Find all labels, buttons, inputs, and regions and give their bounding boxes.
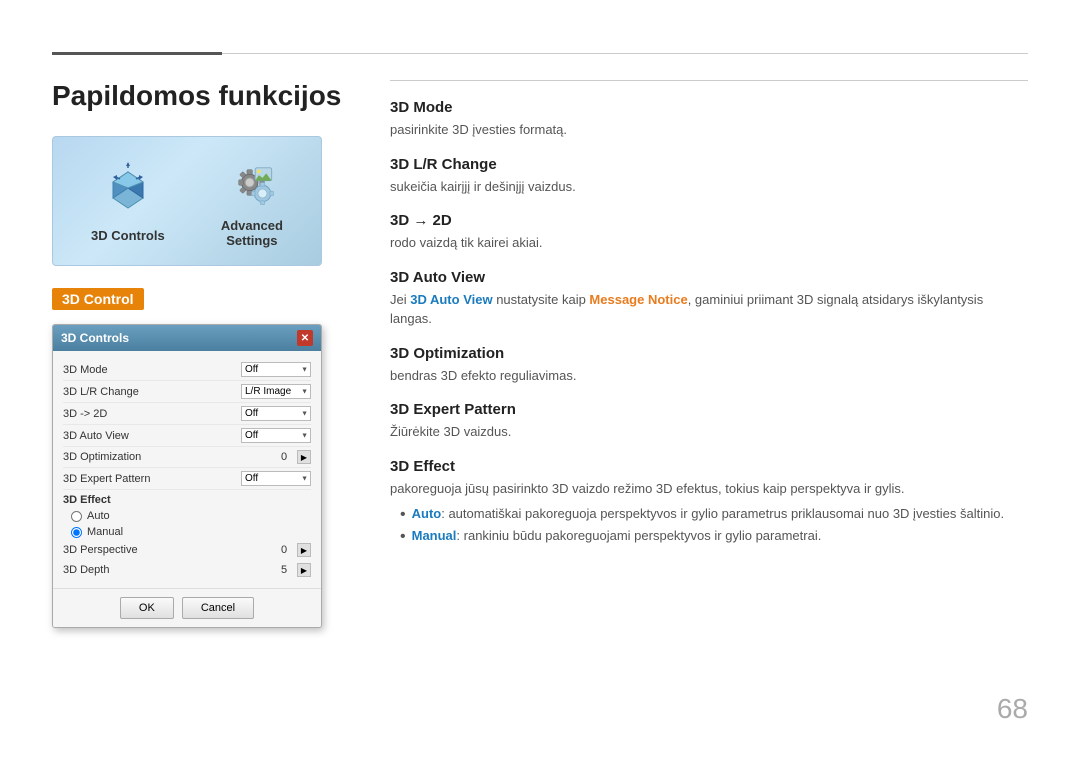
gear-icon (224, 155, 279, 210)
dialog-row-3d-to-2d-select[interactable]: Off (241, 406, 311, 421)
bullet-dot-manual: • (400, 526, 406, 548)
dialog-row-3d-auto-view-label: 3D Auto View (63, 430, 129, 442)
dialog-row-3d-depth-label: 3D Depth (63, 564, 109, 576)
3d-depth-increment[interactable]: ▶ (297, 563, 311, 577)
page-title: Papildomos funkcijos (52, 80, 362, 112)
manual-bold-link: Manual (412, 528, 457, 543)
dialog-row-3d-to-2d-select-wrap[interactable]: Off (241, 406, 311, 421)
top-decorative-lines (52, 52, 1028, 55)
dialog-row-3d-mode: 3D Mode Off (63, 359, 311, 381)
dialog-close-button[interactable]: ✕ (297, 330, 313, 346)
3d-depth-value: 5 (274, 564, 294, 576)
dialog-body: 3D Mode Off 3D L/R Change L/R Image 3D (53, 351, 321, 588)
3d-perspective-value: 0 (274, 544, 294, 556)
entry-3d-optimization-desc: bendras 3D efekto reguliavimas. (390, 366, 1028, 386)
icon-panel: 3D Controls (52, 136, 322, 266)
dialog-radio-auto[interactable] (71, 511, 82, 522)
dialog-radio-manual-label: Manual (87, 526, 123, 538)
dialog-row-3d-lr-label: 3D L/R Change (63, 386, 139, 398)
dialog-row-3d-perspective: 3D Perspective 0 ▶ (63, 540, 311, 560)
dialog-row-3d-perspective-label: 3D Perspective (63, 544, 138, 556)
cube-icon (98, 160, 158, 220)
auto-bold-link: Auto (412, 506, 442, 521)
entry-3d-to-2d-desc: rodo vaizdą tik kairei akiai. (390, 233, 1028, 253)
auto-view-link1: 3D Auto View (410, 292, 492, 307)
bullet-auto-text: Auto: automatiškai pakoreguoja perspekty… (412, 504, 1005, 526)
dialog-row-3d-optimization: 3D Optimization 0 ▶ (63, 447, 311, 468)
bullet-dot-auto: • (400, 504, 406, 526)
dialog-row-3d-to-2d: 3D -> 2D Off (63, 403, 311, 425)
section-badge: 3D Control (52, 288, 144, 310)
entry-3d-mode-desc: pasirinkite 3D įvesties formatą. (390, 120, 1028, 140)
dialog-row-3d-optimization-label: 3D Optimization (63, 451, 141, 463)
entry-3d-auto-view-title: 3D Auto View (390, 269, 1028, 286)
dialog-row-3d-auto-view-select[interactable]: Off (241, 428, 311, 443)
entry-3d-expert-pattern: 3D Expert Pattern Žiūrėkite 3D vaizdus. (390, 401, 1028, 442)
entry-3d-lr-change-title: 3D L/R Change (390, 156, 1028, 173)
entry-3d-expert-pattern-desc: Žiūrėkite 3D vaizdus. (390, 422, 1028, 442)
entry-3d-optimization-title: 3D Optimization (390, 345, 1028, 362)
entry-3d-to-2d-title: 3D → 2D (390, 212, 1028, 229)
dialog-titlebar: 3D Controls ✕ (53, 325, 321, 351)
entry-3d-expert-pattern-title: 3D Expert Pattern (390, 401, 1028, 418)
bullet-auto: • Auto: automatiškai pakoreguoja perspek… (400, 504, 1028, 526)
dialog-row-3d-optimization-stepper: 0 ▶ (274, 450, 311, 464)
dialog-row-3d-expert-pattern-label: 3D Expert Pattern (63, 473, 150, 485)
entry-3d-mode-title: 3D Mode (390, 99, 1028, 116)
entry-3d-lr-change: 3D L/R Change sukeičia kairįjį ir dešinį… (390, 156, 1028, 197)
dialog-row-3d-lr: 3D L/R Change L/R Image (63, 381, 311, 403)
entry-3d-optimization: 3D Optimization bendras 3D efekto reguli… (390, 345, 1028, 386)
entry-3d-effect-title: 3D Effect (390, 458, 1028, 475)
dialog-radio-manual-row: Manual (63, 524, 311, 540)
page-number: 68 (997, 693, 1028, 725)
3d-depth-stepper: 5 ▶ (274, 563, 311, 577)
3d-perspective-stepper: 0 ▶ (274, 543, 311, 557)
3d-controls-label: 3D Controls (91, 228, 165, 243)
right-divider (390, 80, 1028, 81)
advanced-settings-label: AdvancedSettings (221, 218, 283, 248)
bullet-manual: • Manual: rankiniu būdu pakoreguojami pe… (400, 526, 1028, 548)
auto-view-link2: Message Notice (589, 292, 687, 307)
3d-optimization-value: 0 (274, 451, 294, 463)
bullet-manual-text: Manual: rankiniu būdu pakoreguojami pers… (412, 526, 822, 548)
dialog-row-3d-lr-select[interactable]: L/R Image (241, 384, 311, 399)
dialog-radio-auto-label: Auto (87, 510, 110, 522)
dialog-row-3d-auto-view-select-wrap[interactable]: Off (241, 428, 311, 443)
dialog-window: 3D Controls ✕ 3D Mode Off 3D L/R Change … (52, 324, 322, 628)
dialog-row-3d-depth: 3D Depth 5 ▶ (63, 560, 311, 580)
dialog-radio-auto-row: Auto (63, 508, 311, 524)
entry-3d-to-2d: 3D → 2D rodo vaizdą tik kairei akiai. (390, 212, 1028, 253)
dialog-row-3d-mode-select[interactable]: Off (241, 362, 311, 377)
entry-3d-auto-view: 3D Auto View Jei 3D Auto View nustatysit… (390, 269, 1028, 329)
entry-3d-mode: 3D Mode pasirinkite 3D įvesties formatą. (390, 99, 1028, 140)
dialog-cancel-button[interactable]: Cancel (182, 597, 254, 619)
dialog-row-3d-auto-view: 3D Auto View Off (63, 425, 311, 447)
3d-controls-icon-item: 3D Controls (91, 160, 165, 243)
dialog-title: 3D Controls (61, 331, 129, 345)
dialog-row-3d-expert-pattern-select-wrap[interactable]: Off (241, 471, 311, 486)
advanced-settings-icon-item: AdvancedSettings (221, 155, 283, 248)
top-line-light (222, 53, 1028, 54)
3d-optimization-increment[interactable]: ▶ (297, 450, 311, 464)
entry-3d-auto-view-desc: Jei 3D Auto View nustatysite kaip Messag… (390, 290, 1028, 329)
dialog-row-3d-mode-label: 3D Mode (63, 364, 108, 376)
dialog-row-3d-expert-pattern: 3D Expert Pattern Off (63, 468, 311, 490)
dialog-footer: OK Cancel (53, 588, 321, 627)
dialog-row-3d-to-2d-label: 3D -> 2D (63, 408, 107, 420)
3d-perspective-increment[interactable]: ▶ (297, 543, 311, 557)
dialog-ok-button[interactable]: OK (120, 597, 174, 619)
entry-3d-effect: 3D Effect pakoreguoja jūsų pasirinkto 3D… (390, 458, 1028, 549)
right-column: 3D Mode pasirinkite 3D įvesties formatą.… (390, 80, 1028, 565)
entry-3d-effect-bullets: • Auto: automatiškai pakoreguoja perspek… (400, 504, 1028, 549)
dialog-section-3d-effect: 3D Effect (63, 490, 311, 508)
entry-3d-effect-desc: pakoreguoja jūsų pasirinkto 3D vaizdo re… (390, 479, 1028, 499)
entry-3d-lr-change-desc: sukeičia kairįjį ir dešinįjį vaizdus. (390, 177, 1028, 197)
left-column: Papildomos funkcijos 3D Controls (52, 80, 362, 628)
dialog-row-3d-expert-pattern-select[interactable]: Off (241, 471, 311, 486)
dialog-radio-manual[interactable] (71, 527, 82, 538)
top-line-dark (52, 52, 222, 55)
dialog-row-3d-lr-select-wrap[interactable]: L/R Image (241, 384, 311, 399)
dialog-row-3d-mode-select-wrap[interactable]: Off (241, 362, 311, 377)
